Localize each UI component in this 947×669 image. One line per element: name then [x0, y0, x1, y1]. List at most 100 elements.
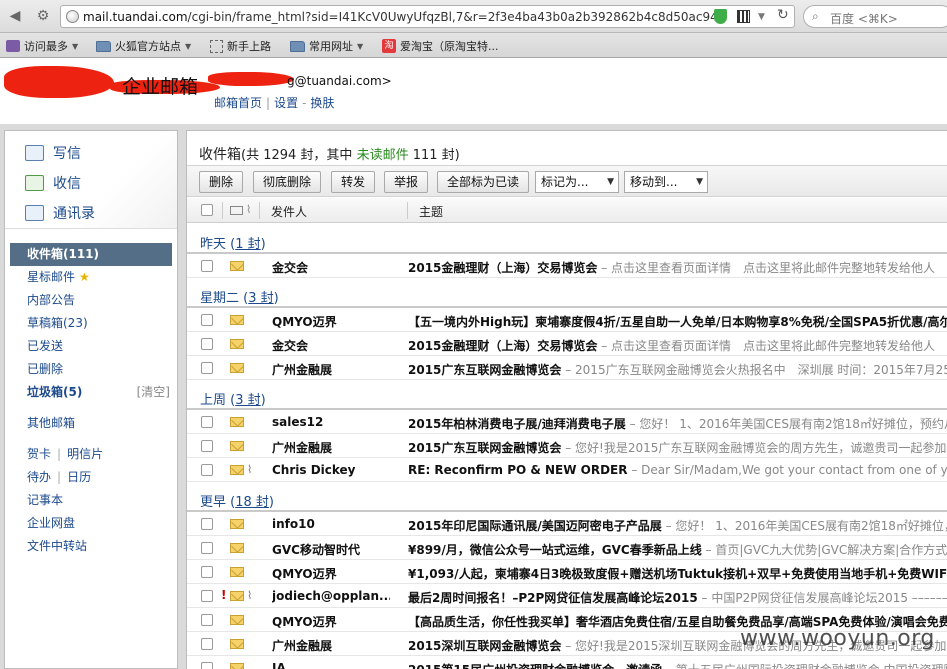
qr-code-icon[interactable]	[737, 10, 750, 23]
bookmark-getting-started[interactable]: 新手上路	[210, 38, 271, 54]
row-checkbox[interactable]	[201, 362, 213, 374]
folder-internal[interactable]: 内部公告	[5, 289, 177, 312]
mail-subject-title: 2015深圳互联网金融博览会	[408, 639, 562, 653]
mail-summary: – 您好！ 1、2016年美国CES展有南2馆18㎡好摊位，预约	[665, 519, 947, 533]
folder-spam[interactable]: 垃圾箱(5) [清空]	[5, 381, 177, 404]
mail-sender: info10	[272, 517, 315, 531]
compose-button[interactable]: 写信	[25, 143, 81, 163]
row-checkbox[interactable]	[201, 464, 213, 476]
row-checkbox[interactable]	[201, 440, 213, 452]
row-checkbox[interactable]	[201, 338, 213, 350]
mail-summary: – 中国P2P网贷征信发展高峰论坛2015 ––––––––	[697, 591, 947, 605]
product-title: 企业邮箱	[122, 76, 199, 98]
mail-subject-title: 2015金融理财（上海）交易博览会	[408, 261, 598, 275]
move-to-select[interactable]: 移动到... ▼	[624, 171, 708, 193]
mail-row[interactable]: 金交会 2015金融理财（上海）交易博览会 – 点击这里查看页面详情 点击这里将此…	[187, 332, 947, 356]
shield-icon[interactable]	[714, 9, 727, 24]
dropdown-icon[interactable]: ▼	[758, 12, 765, 22]
date-group-count[interactable]: 3 封	[235, 393, 260, 408]
mail-row[interactable]: ! ⌇ jodiech@opplan... 最后2周时间报名！–P2P网贷征信发展高峰…	[187, 584, 947, 608]
folder-starred[interactable]: 星标邮件 ★	[5, 266, 177, 289]
folder-inbox[interactable]: 收件箱(111)	[10, 243, 172, 266]
calendar-link[interactable]: 日历	[67, 470, 91, 484]
sender-column-header[interactable]: 发件人	[271, 203, 307, 220]
reload-icon[interactable]: ↻	[777, 7, 789, 23]
bookmark-common-sites[interactable]: 常用网址 ▼	[290, 38, 363, 54]
subject-column-header[interactable]: 主题	[419, 203, 443, 220]
folder-sent[interactable]: 已发送	[5, 335, 177, 358]
mail-row[interactable]: GVC移动智时代 ¥899/月，微信公众号一站式运维，GVC春季新品上线 – 首页…	[187, 536, 947, 560]
row-checkbox[interactable]	[201, 542, 213, 554]
folder-other[interactable]: 其他邮箱	[5, 412, 177, 435]
row-checkbox[interactable]	[201, 662, 213, 669]
mark-all-read-button[interactable]: 全部标为已读	[437, 171, 530, 193]
back-icon[interactable]: ◀	[6, 7, 24, 25]
date-group-title: 昨天 (1 封)	[200, 237, 266, 252]
bookmark-firefox-site[interactable]: 火狐官方站点 ▼	[96, 38, 191, 54]
row-checkbox[interactable]	[201, 260, 213, 272]
skin-link[interactable]: 换肤	[310, 96, 334, 110]
row-checkbox[interactable]	[201, 638, 213, 650]
home-link[interactable]: 邮箱首页	[214, 96, 262, 110]
delete-permanently-button[interactable]: 彻底删除	[253, 171, 322, 193]
mail-row[interactable]: info10 2015年印尼国际通讯展/美国迈阿密电子产品展 – 您好！ 1、20…	[187, 512, 947, 536]
mail-row[interactable]: ⌇ Chris Dickey RE: Reconfirm PO & NEW ORDE…	[187, 458, 947, 482]
row-checkbox[interactable]	[201, 314, 213, 326]
mail-subject-title: 2015广东互联网金融博览会	[408, 363, 562, 377]
mail-row[interactable]: QMYO迈界 ¥1,093/人起，柬埔寨4日3晚极致度假+赠送机场Tuktuk接机…	[187, 560, 947, 584]
date-group-count[interactable]: 3 封	[248, 291, 273, 306]
folder-drafts[interactable]: 草稿箱(23)	[5, 312, 177, 335]
folder-notes[interactable]: 记事本	[5, 489, 177, 512]
receive-button[interactable]: 收信	[25, 173, 81, 193]
row-checkbox[interactable]	[201, 590, 213, 602]
inbox-download-icon	[25, 175, 44, 191]
attachment-icon: ⌇	[246, 203, 252, 216]
folder-transfer[interactable]: 文件中转站	[5, 535, 177, 558]
row-checkbox[interactable]	[201, 416, 213, 428]
postcard-link[interactable]: 明信片	[67, 447, 103, 461]
mark-as-select[interactable]: 标记为... ▼	[535, 171, 619, 193]
settings-link[interactable]: 设置	[274, 96, 298, 110]
contacts-icon	[25, 205, 44, 221]
account-email: g@tuandai.com>	[287, 74, 392, 88]
bookmark-taobao[interactable]: 淘爱淘宝（原淘宝特...	[382, 38, 499, 54]
url-field[interactable]: mail.tuandai.com/cgi-bin/frame_html?sid=…	[60, 5, 795, 28]
select-all-checkbox[interactable]	[201, 204, 213, 216]
wrench-icon[interactable]: ⚙	[34, 7, 52, 25]
mail-row[interactable]: 广州金融展 2015广东互联网金融博览会 – 2015广东互联网金融博览会火热报名…	[187, 356, 947, 380]
todo-link[interactable]: 待办	[27, 470, 51, 484]
move-to-label: 移动到...	[630, 175, 678, 189]
date-group-count[interactable]: 18 封	[235, 495, 269, 510]
mail-row[interactable]: JA 2015第15届广州投资理财金融博览会，邀请函 – 第十五届广州国际投资理财…	[187, 656, 947, 669]
mail-subject: 2015第15届广州投资理财金融博览会，邀请函 – 第十五届广州国际投资理财金融…	[408, 661, 947, 669]
unread-envelope-icon	[230, 639, 244, 649]
report-button[interactable]: 举报	[384, 171, 429, 193]
bookmark-label: 访问最多	[24, 40, 68, 53]
divider: |	[57, 470, 62, 484]
contacts-button[interactable]: 通讯录	[25, 203, 95, 223]
mail-row[interactable]: 广州金融展 2015广东互联网金融博览会 – 您好!我是2015广东互联网金融博览…	[187, 434, 947, 458]
mail-row[interactable]: sales12 2015年柏林消费电子展/迪拜消费电子展 – 您好！ 1、2016…	[187, 410, 947, 434]
folder-netdisk[interactable]: 企业网盘	[5, 512, 177, 535]
row-checkbox[interactable]	[201, 566, 213, 578]
date-group-count[interactable]: 1 封	[235, 237, 260, 252]
delete-button[interactable]: 删除	[199, 171, 244, 193]
chevron-down-icon: ▼	[696, 177, 703, 187]
bookmark-most-visited[interactable]: 访问最多 ▼	[6, 38, 78, 54]
forward-button[interactable]: 转发	[331, 171, 376, 193]
mail-row[interactable]: 金交会 2015金融理财（上海）交易博览会 – 点击这里查看页面详情 点击这里将此…	[187, 254, 947, 278]
greeting-card-link[interactable]: 贺卡	[27, 447, 51, 461]
row-checkbox[interactable]	[201, 518, 213, 530]
bookmark-label: 常用网址	[309, 40, 353, 53]
mail-sender: 广州金融展	[272, 639, 333, 653]
clear-spam-link[interactable]: [清空]	[137, 381, 170, 404]
mail-toolbar: 删除 彻底删除 转发 举报 全部标为已读 标记为... ▼ 移动到... ▼	[187, 165, 947, 197]
mail-subject-title: ¥899/月，微信公众号一站式运维，GVC春季新品上线	[408, 543, 702, 557]
date-group-label: 上周	[200, 393, 227, 408]
row-checkbox[interactable]	[201, 614, 213, 626]
search-field[interactable]: ⌕ 百度 <⌘K>	[803, 5, 947, 28]
chevron-down-icon: ▼	[185, 41, 192, 51]
unread-link[interactable]: 未读邮件	[357, 148, 409, 163]
mail-row[interactable]: QMYO迈界 【五一境内外High玩】柬埔寨度假4折/五星自助一人免单/日本购物享…	[187, 308, 947, 332]
folder-deleted[interactable]: 已删除	[5, 358, 177, 381]
